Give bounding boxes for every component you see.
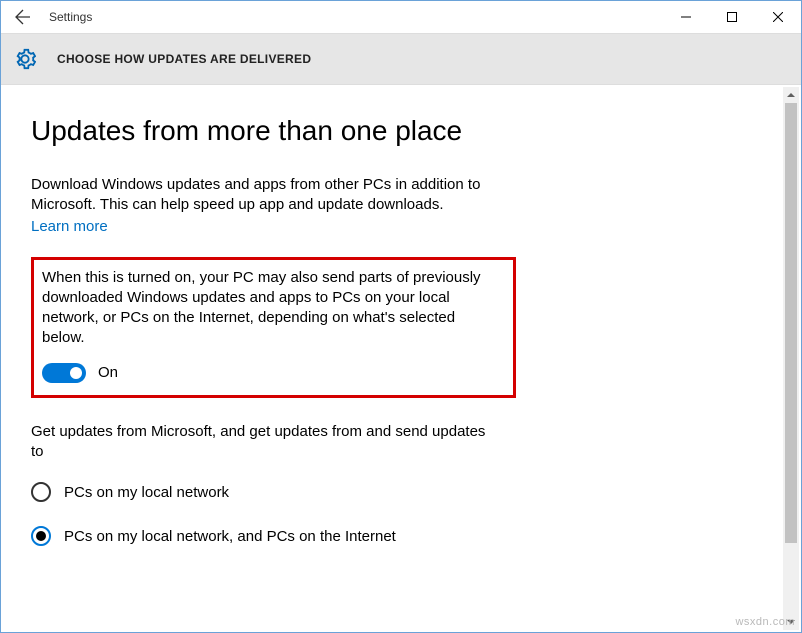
window-title: Settings bbox=[49, 10, 92, 24]
delivery-toggle-row: On bbox=[42, 363, 503, 383]
gear-icon bbox=[13, 47, 37, 71]
arrow-left-icon bbox=[15, 9, 31, 25]
scroll-thumb[interactable] bbox=[785, 103, 797, 543]
radio-label: PCs on my local network, and PCs on the … bbox=[64, 528, 396, 545]
intro-text: Download Windows updates and apps from o… bbox=[31, 175, 491, 216]
radio-label: PCs on my local network bbox=[64, 484, 229, 501]
explanation-text: When this is turned on, your PC may also… bbox=[42, 268, 482, 349]
toggle-knob bbox=[70, 367, 82, 379]
scroll-up-button[interactable] bbox=[783, 87, 799, 103]
radio-button bbox=[31, 526, 51, 546]
toggle-state-label: On bbox=[98, 364, 118, 381]
page-header: CHOOSE HOW UPDATES ARE DELIVERED bbox=[1, 33, 801, 85]
radio-button bbox=[31, 482, 51, 502]
back-button[interactable] bbox=[1, 1, 45, 33]
radio-option-local[interactable]: PCs on my local network bbox=[31, 482, 801, 502]
page-title: Updates from more than one place bbox=[31, 115, 801, 147]
highlighted-section: When this is turned on, your PC may also… bbox=[31, 257, 516, 398]
delivery-toggle[interactable] bbox=[42, 363, 86, 383]
chevron-up-icon bbox=[787, 91, 795, 99]
content-scroll[interactable]: Updates from more than one place Downloa… bbox=[1, 85, 801, 632]
learn-more-link[interactable]: Learn more bbox=[31, 218, 108, 235]
vertical-scrollbar[interactable] bbox=[783, 87, 799, 630]
minimize-button[interactable] bbox=[663, 1, 709, 33]
close-icon bbox=[773, 12, 783, 22]
radio-section-label: Get updates from Microsoft, and get upda… bbox=[31, 422, 491, 463]
title-bar: Settings bbox=[1, 1, 801, 33]
maximize-icon bbox=[727, 12, 737, 22]
watermark: wsxdn.com bbox=[735, 616, 795, 628]
close-button[interactable] bbox=[755, 1, 801, 33]
maximize-button[interactable] bbox=[709, 1, 755, 33]
minimize-icon bbox=[681, 12, 691, 22]
radio-group: PCs on my local network PCs on my local … bbox=[31, 482, 801, 546]
radio-option-internet[interactable]: PCs on my local network, and PCs on the … bbox=[31, 526, 801, 546]
breadcrumb: CHOOSE HOW UPDATES ARE DELIVERED bbox=[57, 52, 311, 66]
